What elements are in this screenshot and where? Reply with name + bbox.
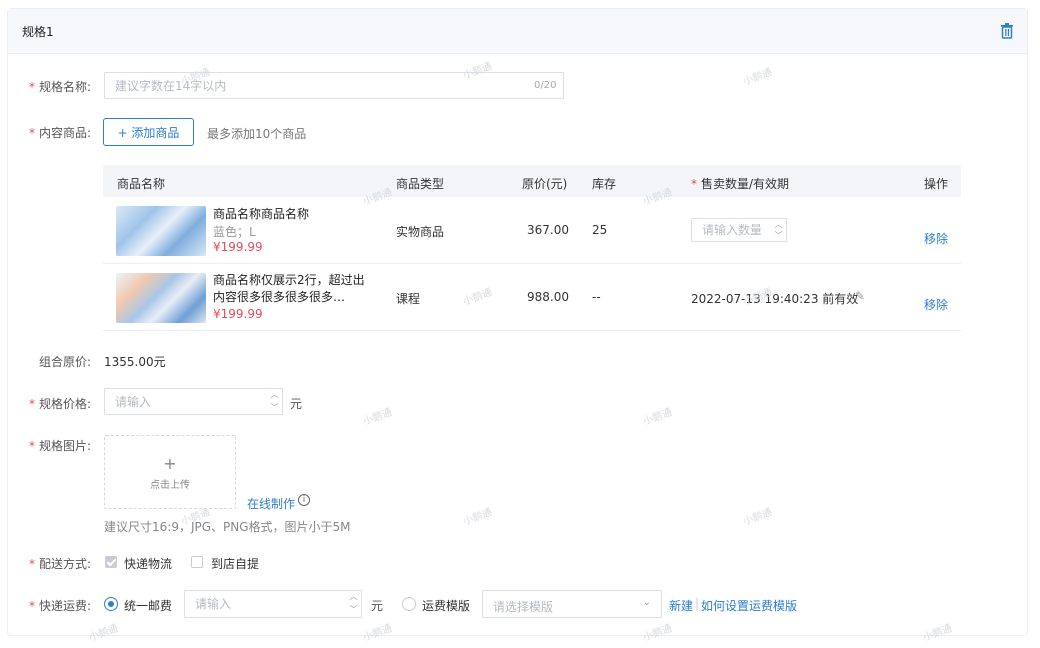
- chevron-up-icon[interactable]: ︿: [346, 591, 361, 604]
- product-type: 实物商品: [396, 225, 445, 239]
- unified-fee-radio[interactable]: [104, 597, 118, 611]
- express-checkbox[interactable]: [105, 556, 117, 568]
- product-image: [116, 206, 206, 256]
- template-radio[interactable]: [402, 597, 416, 611]
- remove-button[interactable]: 移除: [924, 230, 948, 247]
- col-action: 操作: [924, 177, 949, 191]
- spec-price-stepper[interactable]: ︿ ﹀: [267, 388, 283, 415]
- trash-icon[interactable]: [1000, 22, 1014, 40]
- product-name: 商品名称商品名称: [213, 207, 310, 221]
- products-hint: 最多添加10个商品: [207, 127, 307, 141]
- col-name: 商品名称: [117, 177, 166, 191]
- table-row: 商品名称商品名称 蓝色；L ¥199.99 实物商品 367.00 25 ︿﹀ …: [103, 197, 961, 264]
- chevron-down-icon[interactable]: ﹀: [346, 604, 361, 617]
- spec-name-input[interactable]: [104, 72, 564, 99]
- template-help-link[interactable]: 如何设置运费模版: [701, 597, 797, 614]
- product-original-price: 988.00: [527, 290, 569, 304]
- edit-icon[interactable]: ✎: [855, 289, 865, 303]
- col-price: 原价(元): [522, 177, 568, 191]
- template-select[interactable]: 请选择模版 ⌄: [482, 590, 662, 618]
- chevron-down-icon[interactable]: ﹀: [267, 402, 282, 415]
- spec-name-label: * 规格名称:: [29, 80, 92, 94]
- product-price: ¥199.99: [213, 240, 263, 254]
- spec-price-unit: 元: [290, 397, 303, 411]
- upload-text: 点击上传: [150, 480, 190, 491]
- unified-fee-stepper[interactable]: ︿ ﹀: [346, 590, 362, 618]
- spec-price-input[interactable]: [104, 388, 267, 415]
- new-template-link[interactable]: 新建: [669, 597, 693, 614]
- image-hint: 建议尺寸16:9，JPG、PNG格式，图片小于5M: [104, 520, 351, 534]
- quantity-stepper[interactable]: ︿ ﹀: [771, 218, 787, 242]
- pickup-label: 到店自提: [211, 557, 260, 571]
- product-stock: 25: [592, 223, 608, 237]
- col-qty: * 售卖数量/有效期: [691, 177, 790, 191]
- product-spec: 蓝色；L: [213, 225, 256, 239]
- product-name: 商品名称仅展示2行，超过出内容很多很多很多很多…: [213, 273, 365, 304]
- chevron-up-icon[interactable]: ︿: [771, 219, 786, 230]
- spec-price-label: * 规格价格:: [29, 397, 92, 411]
- shipping-label: * 快递运费:: [29, 599, 92, 613]
- unified-fee-input[interactable]: [184, 590, 346, 618]
- info-icon[interactable]: i: [298, 494, 310, 506]
- express-label: 快递物流: [124, 557, 173, 571]
- product-price: ¥199.99: [213, 307, 263, 321]
- products-label: * 内容商品:: [29, 126, 92, 140]
- combo-price-value: 1355.00元: [104, 355, 166, 369]
- col-type: 商品类型: [396, 177, 445, 191]
- product-image: [116, 273, 206, 323]
- chevron-down-icon[interactable]: ﹀: [771, 230, 786, 241]
- product-type: 课程: [396, 292, 421, 306]
- chevron-up-icon[interactable]: ︿: [267, 389, 282, 402]
- delivery-label: * 配送方式:: [29, 557, 92, 571]
- col-stock: 库存: [592, 177, 617, 191]
- product-stock: --: [592, 290, 601, 304]
- template-label: 运费模版: [422, 599, 471, 613]
- spec-title: 规格1: [22, 25, 54, 39]
- image-upload-box[interactable]: + 点击上传: [104, 435, 236, 509]
- chevron-down-icon: ⌄: [642, 597, 651, 608]
- unified-fee-unit: 元: [371, 599, 384, 613]
- product-original-price: 367.00: [527, 223, 569, 237]
- plus-icon: +: [163, 454, 177, 473]
- product-table: 商品名称 商品类型 原价(元) 库存 * 售卖数量/有效期 操作 商品名称商品名称…: [103, 165, 961, 331]
- online-make-link[interactable]: 在线制作: [247, 495, 295, 512]
- template-select-placeholder: 请选择模版: [493, 600, 554, 614]
- spec-card-header: 规格1: [8, 9, 1027, 54]
- link-divider: |: [695, 596, 700, 610]
- remove-button[interactable]: 移除: [924, 296, 948, 313]
- pickup-checkbox[interactable]: [191, 556, 203, 568]
- unified-fee-label: 统一邮费: [124, 599, 173, 613]
- spec-name-counter: 0/20: [534, 80, 557, 91]
- add-product-button[interactable]: + 添加商品: [103, 118, 194, 146]
- quantity-input[interactable]: [691, 218, 771, 242]
- table-header: 商品名称 商品类型 原价(元) 库存 * 售卖数量/有效期 操作: [103, 165, 961, 197]
- spec-image-label: * 规格图片:: [29, 439, 92, 453]
- combo-price-label: 组合原价:: [39, 355, 92, 369]
- table-row: 商品名称仅展示2行，超过出内容很多很多很多很多… ¥199.99 课程 988.…: [103, 264, 961, 331]
- validity-text: 2022-07-13 19:40:23 前有效: [691, 292, 859, 306]
